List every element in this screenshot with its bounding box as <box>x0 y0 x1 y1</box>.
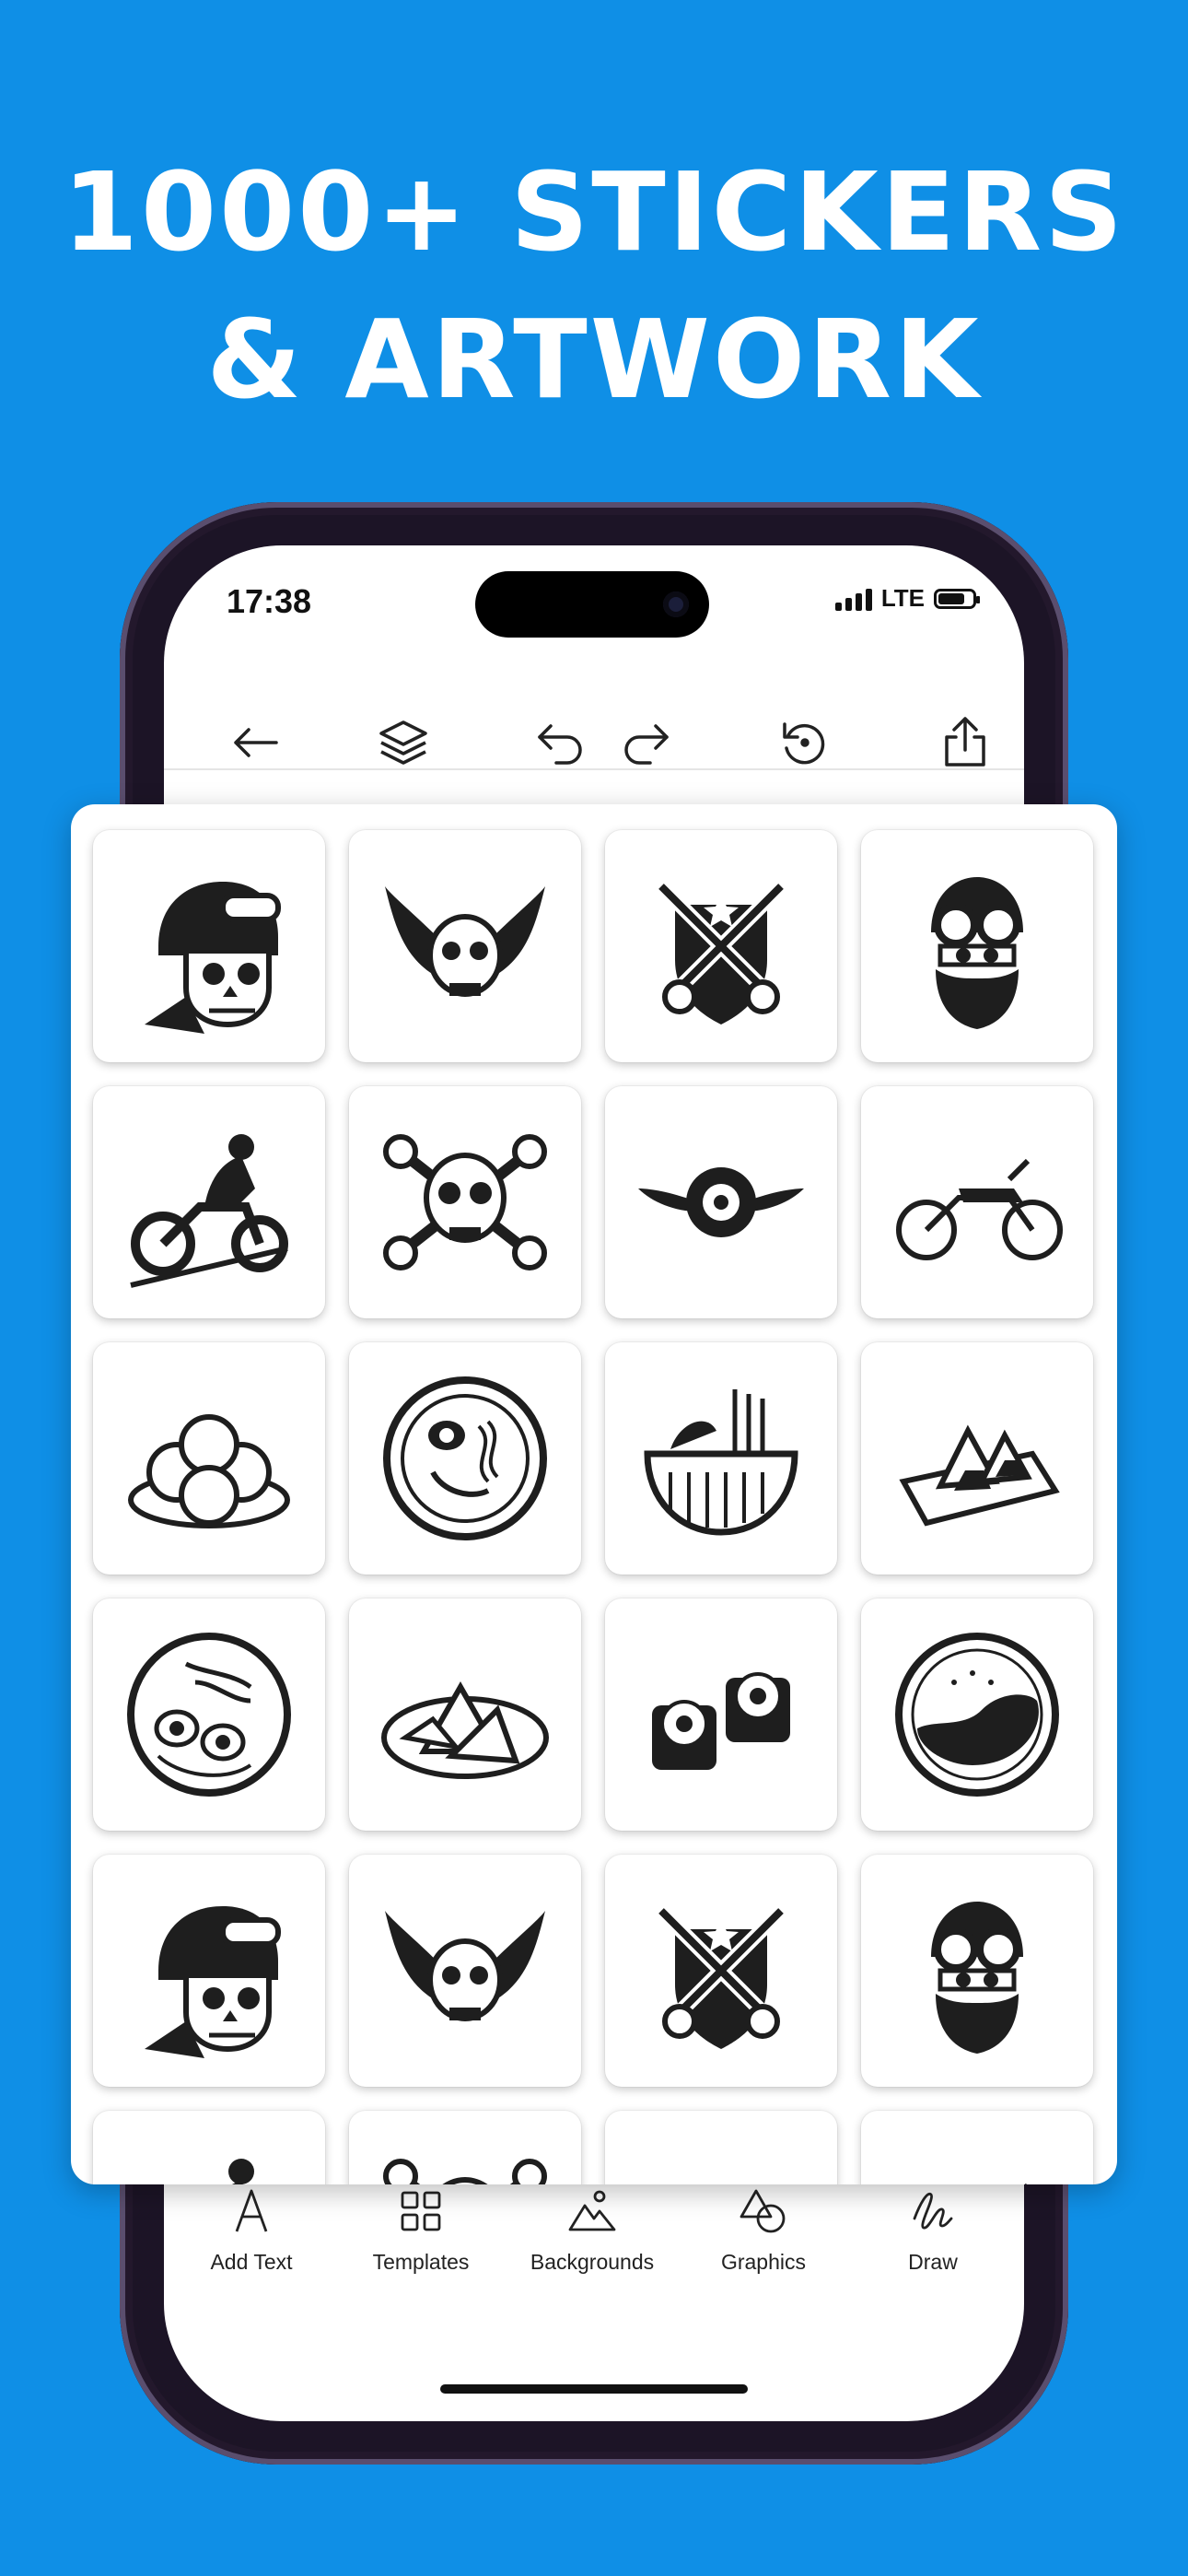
battery-icon <box>934 588 980 609</box>
sticker-tile-skull-helmet-goggles[interactable] <box>93 1855 325 2087</box>
sticker-tile-vintage-motorcycle[interactable] <box>861 1086 1093 1318</box>
sticker-vintage-motorcycle-image <box>1024 2183 1027 2184</box>
sticker-winged-skull-image <box>385 886 545 997</box>
sticker-tile-crossed-pistons-shield[interactable] <box>605 830 837 1062</box>
sticker-skull-crossed-wrenches-image <box>383 1134 547 1270</box>
sticker-tile-winged-wheel[interactable] <box>605 2111 837 2184</box>
sticker-tile-crossed-pistons-shield[interactable] <box>605 1855 837 2087</box>
nav-add-text[interactable]: Add Text <box>164 2185 339 2275</box>
nav-label: Draw <box>908 2250 958 2274</box>
sticker-bearded-skull-goggles-image <box>931 1902 1023 2054</box>
sticker-curry-plate-image <box>895 1633 1059 1797</box>
sticker-tile-bearded-skull-goggles[interactable] <box>861 830 1093 1062</box>
sticker-tile-vintage-motorcycle[interactable] <box>861 2111 1093 2184</box>
shapes-icon <box>740 2189 786 2233</box>
sticker-tile-rice-bowl-eggs[interactable] <box>93 1598 325 1831</box>
undo-icon[interactable] <box>532 713 591 772</box>
status-time: 17:38 <box>227 582 312 620</box>
sticker-tile-sushi-rolls[interactable] <box>605 1598 837 1831</box>
sticker-tile-noodle-bowl-tempura[interactable] <box>605 1342 837 1575</box>
nav-label: Add Text <box>210 2250 293 2274</box>
home-indicator <box>440 2384 748 2394</box>
editor-toolbar <box>164 693 1024 785</box>
network-label: LTE <box>880 584 925 612</box>
sticker-skull-helmet-goggles-image <box>145 1906 281 2058</box>
nav-templates[interactable]: Templates <box>333 2185 508 2275</box>
nav-label: Backgrounds <box>530 2250 655 2274</box>
sticker-motorcycle-rider-image <box>130 1134 288 1288</box>
text-a-icon <box>235 2189 268 2232</box>
sticker-crossed-pistons-shield-image <box>656 881 786 1025</box>
sticker-bearded-skull-goggles-image <box>931 877 1023 1029</box>
redo-icon[interactable] <box>615 713 674 772</box>
sticker-rice-bowl-eggs-image <box>127 1633 291 1797</box>
nav-graphics[interactable]: Graphics <box>676 2185 851 2275</box>
headline-line-2: & ARTWORK <box>206 296 982 423</box>
dynamic-island <box>475 571 709 638</box>
sticker-tile-skull-crossed-wrenches[interactable] <box>349 1086 581 1318</box>
bottom-nav: Add Text Templates Backgrounds Graphics … <box>164 2185 1024 2324</box>
sticker-tile-bearded-skull-goggles[interactable] <box>861 1855 1093 2087</box>
sticker-panel <box>71 804 1117 2184</box>
sticker-tile-samosa-plate[interactable] <box>349 1598 581 1831</box>
sticker-tile-winged-skull[interactable] <box>349 1855 581 2087</box>
sticker-vintage-motorcycle-image <box>896 1158 1063 1260</box>
sticker-tile-winged-wheel[interactable] <box>605 1086 837 1318</box>
sticker-crossed-pistons-shield-image <box>656 1905 786 2049</box>
sticker-tile-skull-crossed-wrenches[interactable] <box>349 2111 581 2184</box>
nav-draw[interactable]: Draw <box>845 2185 1020 2275</box>
share-icon[interactable] <box>936 713 995 772</box>
landscape-icon <box>568 2190 616 2231</box>
reset-icon[interactable] <box>775 713 834 772</box>
sticker-noodle-bowl-tempura-image <box>644 1389 798 1536</box>
sticker-winged-wheel-image <box>638 1167 804 1237</box>
nav-backgrounds[interactable]: Backgrounds <box>505 2185 680 2275</box>
back-arrow-icon[interactable] <box>227 713 285 772</box>
sticker-tile-onigiri-plate[interactable] <box>861 1342 1093 1575</box>
sticker-skull-crossed-wrenches-image <box>383 2159 547 2184</box>
toolbar-divider <box>164 768 1024 770</box>
nav-label: Graphics <box>720 2250 807 2274</box>
sticker-tile-winged-skull[interactable] <box>349 830 581 1062</box>
nav-label: Templates <box>372 2250 470 2274</box>
headline-line-1: 1000+ STICKERS <box>62 148 1126 275</box>
sticker-grid <box>93 830 1093 2184</box>
sticker-samosa-plate-image <box>381 1680 549 1779</box>
sticker-winged-wheel-image <box>634 2139 809 2184</box>
sticker-sushi-rolls-image <box>652 1672 790 1770</box>
sticker-tile-motorcycle-rider[interactable] <box>93 2111 325 2184</box>
sticker-tile-motorcycle-rider[interactable] <box>93 1086 325 1318</box>
sticker-dumplings-plate-image <box>128 1414 290 1528</box>
status-indicators: LTE <box>834 584 980 613</box>
sticker-tile-dumplings-plate[interactable] <box>93 1342 325 1575</box>
sticker-motorcycle-rider-image <box>228 2159 254 2184</box>
sticker-tile-skull-helmet-goggles[interactable] <box>93 830 325 1062</box>
sticker-skull-helmet-goggles-image <box>145 882 281 1034</box>
headline: 1000+ STICKERS & ARTWORK <box>0 138 1188 433</box>
sticker-tile-curry-plate[interactable] <box>861 1598 1093 1831</box>
scribble-icon <box>913 2192 953 2230</box>
grid-icon <box>401 2191 441 2231</box>
signal-icon <box>834 587 872 611</box>
sticker-onigiri-plate-image <box>899 1424 1060 1527</box>
sticker-ramen-bowl-top-image <box>383 1376 547 1540</box>
layers-icon[interactable] <box>374 713 433 772</box>
sticker-tile-ramen-bowl-top[interactable] <box>349 1342 581 1575</box>
sticker-winged-skull-image <box>385 1911 545 2021</box>
